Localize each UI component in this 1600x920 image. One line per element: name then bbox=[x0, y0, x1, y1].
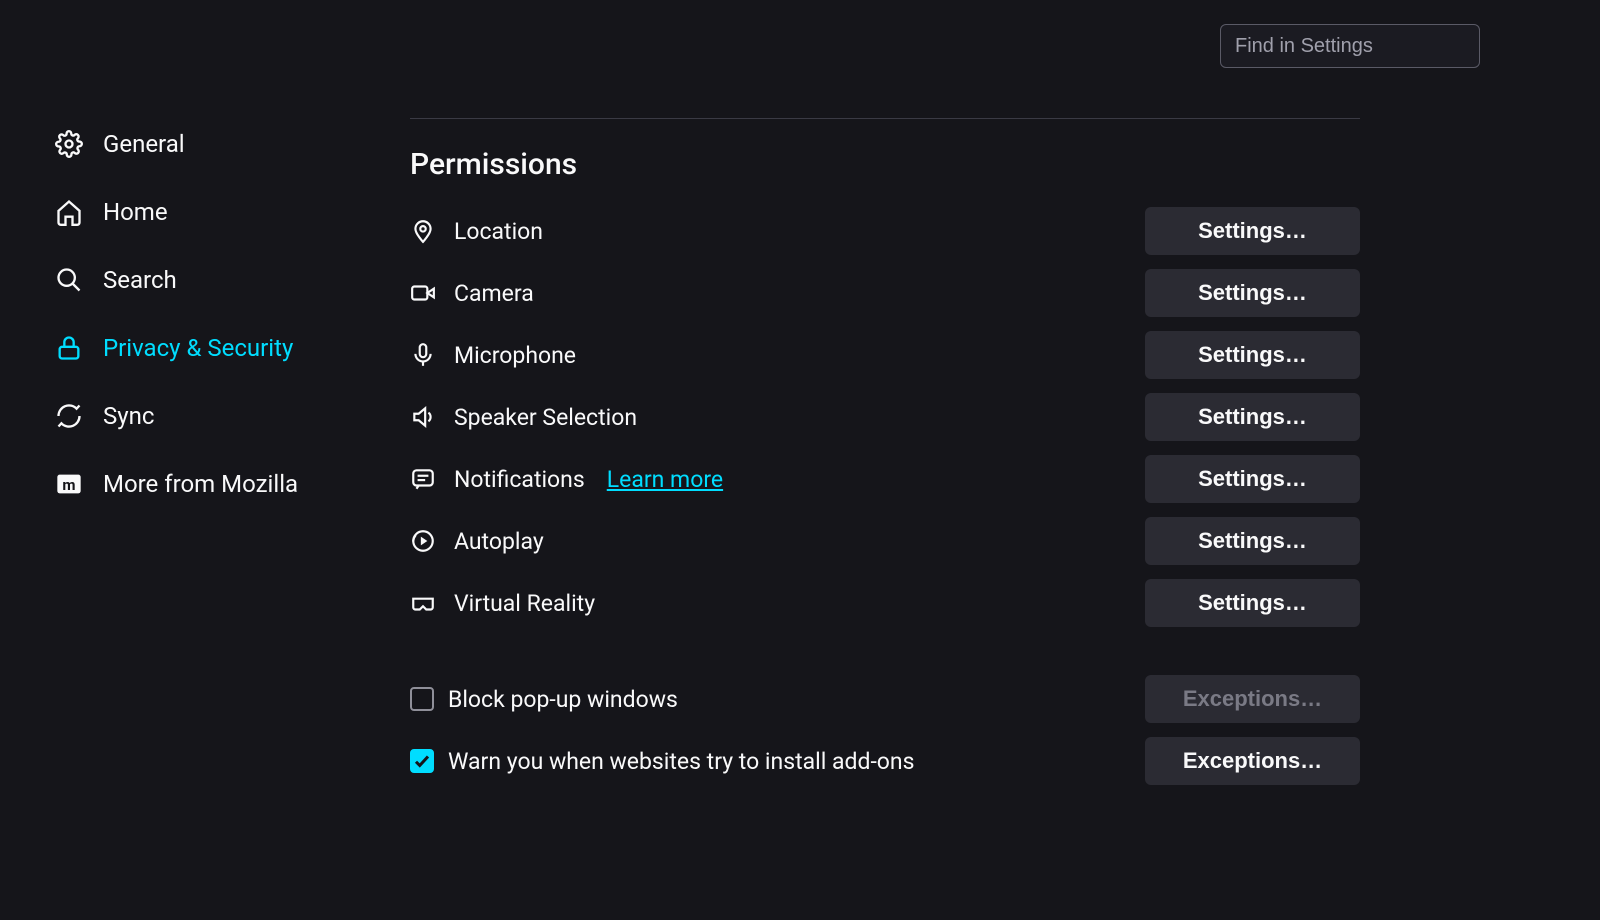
camera-icon bbox=[410, 280, 436, 306]
permission-row-location: Location Settings… bbox=[410, 200, 1360, 262]
sidebar-item-label: Home bbox=[103, 198, 168, 226]
permission-label: Camera bbox=[454, 280, 534, 307]
block-popups-exceptions-button[interactable]: Exceptions… bbox=[1145, 675, 1360, 723]
lock-icon bbox=[55, 334, 83, 362]
autoplay-icon bbox=[410, 528, 436, 554]
search-input[interactable] bbox=[1220, 24, 1480, 68]
sidebar-item-sync[interactable]: Sync bbox=[55, 382, 370, 450]
speaker-icon bbox=[410, 404, 436, 430]
warn-addons-checkbox[interactable] bbox=[410, 749, 434, 773]
gear-icon bbox=[55, 130, 83, 158]
search-icon bbox=[55, 266, 83, 294]
checkbox-row-warn-addons: Warn you when websites try to install ad… bbox=[410, 730, 1360, 792]
sidebar-item-label: Sync bbox=[103, 402, 154, 430]
notifications-settings-button[interactable]: Settings… bbox=[1145, 455, 1360, 503]
permission-row-vr: Virtual Reality Settings… bbox=[410, 572, 1360, 634]
notifications-icon bbox=[410, 466, 436, 492]
main-content: Permissions Location Settings… Camera Se… bbox=[370, 0, 1600, 920]
sidebar: General Home Search Privacy & Security S… bbox=[0, 0, 370, 920]
checkbox-label: Block pop-up windows bbox=[448, 686, 678, 713]
home-icon bbox=[55, 198, 83, 226]
sidebar-item-general[interactable]: General bbox=[55, 110, 370, 178]
vr-icon bbox=[410, 590, 436, 616]
camera-settings-button[interactable]: Settings… bbox=[1145, 269, 1360, 317]
permission-label: Notifications bbox=[454, 466, 585, 493]
warn-addons-exceptions-button[interactable]: Exceptions… bbox=[1145, 737, 1360, 785]
sync-icon bbox=[55, 402, 83, 430]
section-title: Permissions bbox=[410, 147, 1560, 182]
permission-row-autoplay: Autoplay Settings… bbox=[410, 510, 1360, 572]
permission-row-notifications: Notifications Learn more Settings… bbox=[410, 448, 1360, 510]
checkbox-row-block-popups: Block pop-up windows Exceptions… bbox=[410, 668, 1360, 730]
mozilla-icon: m bbox=[55, 470, 83, 498]
sidebar-item-more-mozilla[interactable]: m More from Mozilla bbox=[55, 450, 370, 518]
permission-label: Autoplay bbox=[454, 528, 544, 555]
section-divider bbox=[410, 118, 1360, 119]
checkbox-label: Warn you when websites try to install ad… bbox=[448, 748, 915, 775]
svg-text:m: m bbox=[62, 476, 75, 494]
vr-settings-button[interactable]: Settings… bbox=[1145, 579, 1360, 627]
permission-label: Speaker Selection bbox=[454, 404, 637, 431]
notifications-learn-more-link[interactable]: Learn more bbox=[607, 466, 723, 493]
sidebar-item-privacy-security[interactable]: Privacy & Security bbox=[55, 314, 370, 382]
location-icon bbox=[410, 218, 436, 244]
autoplay-settings-button[interactable]: Settings… bbox=[1145, 517, 1360, 565]
sidebar-item-label: General bbox=[103, 130, 185, 158]
location-settings-button[interactable]: Settings… bbox=[1145, 207, 1360, 255]
permissions-list: Location Settings… Camera Settings… Micr… bbox=[410, 200, 1360, 792]
microphone-settings-button[interactable]: Settings… bbox=[1145, 331, 1360, 379]
permission-row-speaker: Speaker Selection Settings… bbox=[410, 386, 1360, 448]
permission-row-camera: Camera Settings… bbox=[410, 262, 1360, 324]
permission-label: Microphone bbox=[454, 342, 576, 369]
speaker-settings-button[interactable]: Settings… bbox=[1145, 393, 1360, 441]
sidebar-item-label: More from Mozilla bbox=[103, 470, 298, 498]
sidebar-item-label: Privacy & Security bbox=[103, 334, 293, 362]
microphone-icon bbox=[410, 342, 436, 368]
permission-label: Location bbox=[454, 218, 543, 245]
sidebar-item-search[interactable]: Search bbox=[55, 246, 370, 314]
block-popups-checkbox[interactable] bbox=[410, 687, 434, 711]
sidebar-item-label: Search bbox=[103, 266, 177, 294]
permission-label: Virtual Reality bbox=[454, 590, 595, 617]
sidebar-item-home[interactable]: Home bbox=[55, 178, 370, 246]
permission-row-microphone: Microphone Settings… bbox=[410, 324, 1360, 386]
